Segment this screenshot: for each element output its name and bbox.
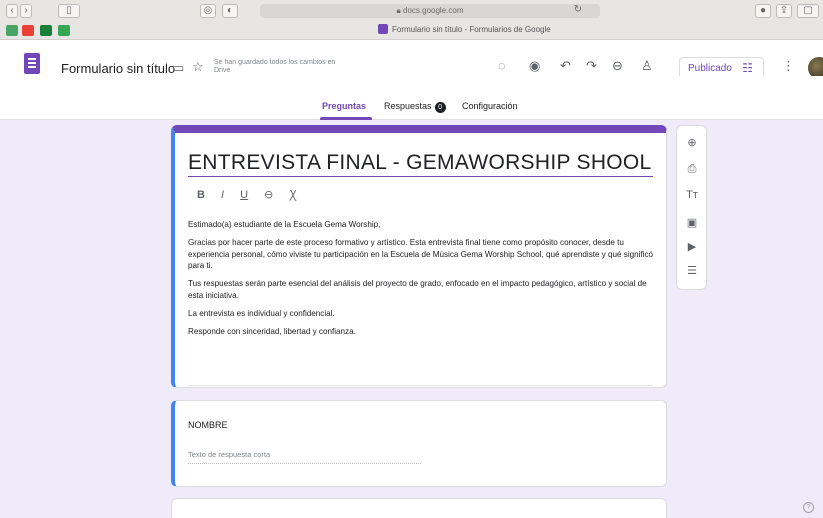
bookmark-icon[interactable]: [58, 25, 70, 36]
form-title[interactable]: ENTREVISTA FINAL - GEMAWORSHIP SHOOL: [188, 151, 652, 175]
star-icon[interactable]: ☆: [192, 59, 204, 75]
reload-icon[interactable]: ↻: [570, 4, 586, 18]
link-icon[interactable]: ⊖: [612, 58, 623, 74]
description-paragraph: Gracias por hacer parte de este proceso …: [188, 238, 654, 271]
import-questions-icon[interactable]: ⎙: [684, 163, 700, 176]
short-answer-field: Texto de respuesta corta: [188, 450, 421, 464]
forms-logo-icon[interactable]: [24, 53, 40, 74]
add-image-icon[interactable]: ▣: [684, 216, 700, 229]
header-spacer: [0, 76, 823, 96]
extension-icon[interactable]: ●: [755, 4, 771, 18]
form-description[interactable]: Estimado(a) estudiante de la Escuela Gem…: [188, 219, 658, 344]
clear-format-icon[interactable]: Ꭓ: [289, 187, 296, 202]
tab-responses-label: Respuestas: [384, 101, 432, 111]
browser-tab[interactable]: Formulario sin título - Formularios de G…: [378, 24, 551, 36]
description-paragraph: Responde con sinceridad, libertad y conf…: [188, 327, 356, 337]
bookmark-icon[interactable]: [40, 25, 52, 36]
preview-icon[interactable]: ◉: [529, 58, 540, 74]
doc-title[interactable]: Formulario sin título: [61, 61, 175, 76]
underline-button[interactable]: U: [240, 189, 248, 201]
description-paragraph: Tus respuestas serán parte esencial del …: [188, 279, 647, 300]
app-header: Formulario sin título ▭ ☆ Se han guardad…: [0, 40, 823, 80]
form-header-card[interactable]: ENTREVISTA FINAL - GEMAWORSHIP SHOOL B I…: [171, 125, 667, 388]
format-toolbar: B I U ⊖ Ꭓ: [197, 187, 310, 202]
link-icon[interactable]: ⊖: [264, 188, 273, 201]
italic-button[interactable]: I: [221, 189, 224, 201]
description-paragraph: La entrevista es individual y confidenci…: [188, 309, 335, 319]
browser-tab-title: Formulario sin título - Formularios de G…: [392, 25, 551, 34]
add-title-icon[interactable]: Tт: [684, 189, 700, 201]
description-underline: [188, 385, 653, 386]
active-tab-indicator: [320, 117, 372, 120]
forms-favicon-icon: [378, 24, 388, 34]
add-question-icon[interactable]: ⊕: [684, 136, 700, 149]
add-video-icon[interactable]: ▶: [684, 240, 700, 253]
privacy-icon[interactable]: ◎: [200, 4, 216, 18]
form-tabs: Preguntas Respuestas 0 Configuración: [0, 96, 823, 120]
responses-count-badge: 0: [434, 102, 446, 113]
tabs-overview-icon[interactable]: ▢: [797, 4, 819, 18]
folder-icon[interactable]: ▭: [172, 60, 184, 76]
url-text: docs.google.com: [403, 6, 464, 15]
shield-icon[interactable]: ◐: [222, 4, 238, 18]
title-underline: [188, 176, 653, 177]
browser-chrome: ‹ › ▯ ◎ ◐ 🔒︎ docs.google.com ↻ ● ⇪ ▢ For…: [0, 0, 823, 40]
undo-icon[interactable]: ↶: [560, 58, 571, 74]
share-icon[interactable]: ⇪: [776, 4, 792, 18]
tab-responses[interactable]: Respuestas 0: [384, 101, 446, 113]
question-card[interactable]: NOMBRE Texto de respuesta corta: [171, 400, 667, 487]
more-icon[interactable]: ⋮: [782, 58, 795, 74]
forward-button[interactable]: ›: [20, 4, 32, 18]
question-card[interactable]: [171, 498, 667, 518]
tab-settings[interactable]: Configuración: [462, 101, 518, 111]
description-paragraph: Estimado(a) estudiante de la Escuela Gem…: [188, 220, 381, 229]
sidebar-toggle-icon[interactable]: ▯: [58, 4, 80, 18]
question-title[interactable]: NOMBRE: [188, 420, 228, 430]
help-icon[interactable]: ?: [803, 502, 814, 513]
saved-status: Se han guardado todos los cambios en Dri…: [214, 59, 336, 74]
bold-button[interactable]: B: [197, 189, 205, 201]
publish-label: Publicado: [688, 63, 732, 74]
bookmark-icon[interactable]: [22, 25, 34, 36]
url-bar[interactable]: 🔒︎ docs.google.com: [260, 4, 600, 18]
palette-icon[interactable]: ◌: [498, 58, 506, 73]
back-button[interactable]: ‹: [6, 4, 18, 18]
add-section-icon[interactable]: ☰: [684, 264, 700, 277]
tab-questions[interactable]: Preguntas: [322, 101, 366, 111]
redo-icon[interactable]: ↷: [586, 58, 597, 74]
floating-toolbar: ⊕ ⎙ Tт ▣ ▶ ☰: [676, 125, 707, 290]
add-collaborator-icon[interactable]: ♙: [641, 58, 653, 74]
bookmark-icon[interactable]: [6, 25, 18, 36]
